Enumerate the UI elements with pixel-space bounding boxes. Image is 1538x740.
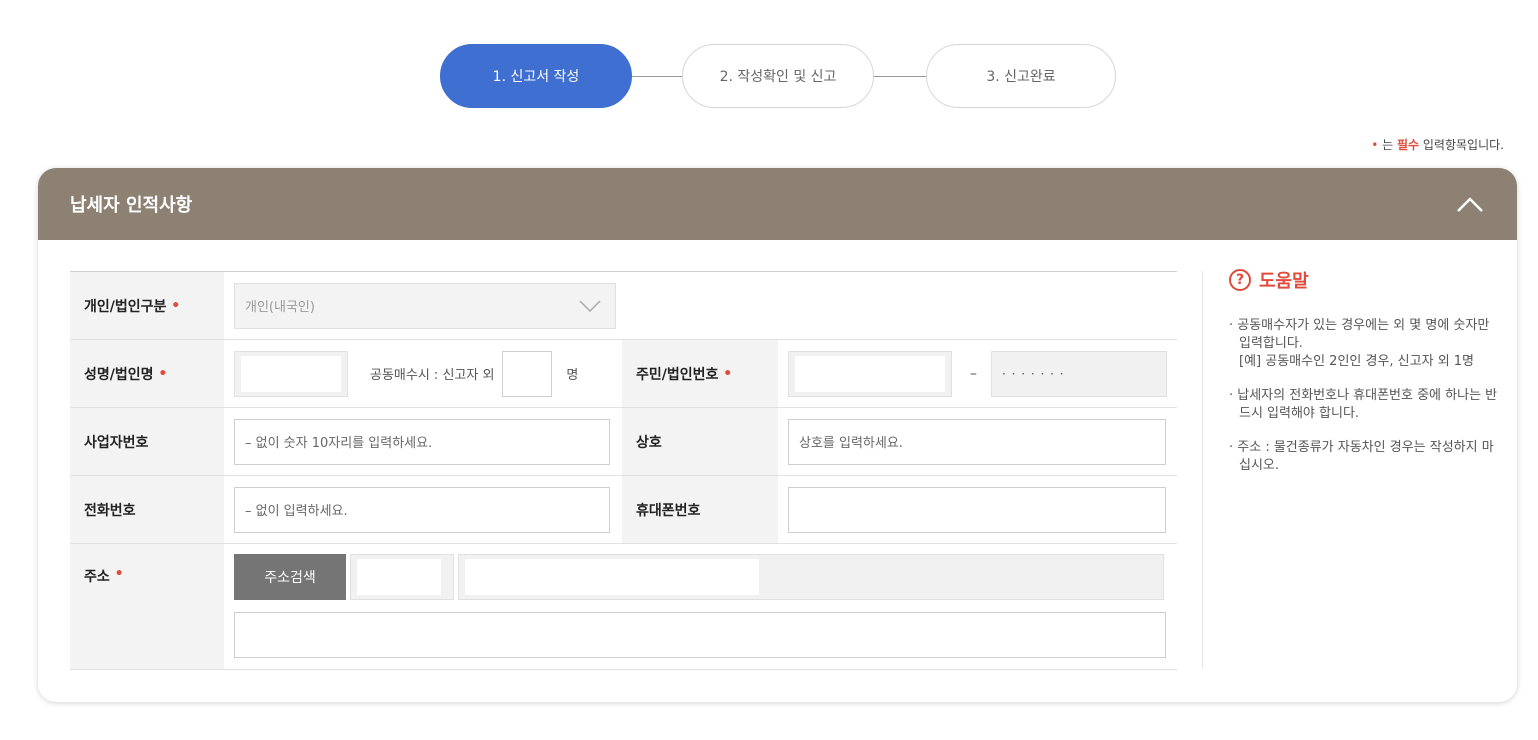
joint-buyer-text: 공동매수시 : 신고자 외 <box>370 368 495 383</box>
help-title: ? 도움말 <box>1229 267 1502 293</box>
required-note-pre: 는 <box>1378 138 1397 152</box>
form-row-business: 사업자번호 – 없이 숫자 10자리를 입력하세요. 상호 상호를 입력하세요. <box>70 408 1177 476</box>
phone-label: 전화번호 <box>70 476 224 543</box>
help-item-text: · 납세자의 전화번호나 휴대폰번호 중에 하나는 반드시 입력해야 합니다. <box>1229 388 1498 421</box>
progress-steps: 1. 신고서 작성 2. 작성확인 및 신고 3. 신고완료 <box>440 44 1116 110</box>
form-row-type: 개인/법인구분 • 개인(내국인) <box>70 272 1177 340</box>
id-back-input[interactable]: · · · · · · · <box>991 350 1167 397</box>
name-input[interactable] <box>234 350 348 397</box>
step-1-label: 1. 신고서 작성 <box>492 69 580 85</box>
phone-placeholder: – 없이 입력하세요. <box>245 504 348 519</box>
postcode-input[interactable] <box>350 554 454 600</box>
type-select-value: 개인(내국인) <box>245 300 315 315</box>
step-2: 2. 작성확인 및 신고 <box>682 44 874 108</box>
step-3: 3. 신고완료 <box>926 44 1116 108</box>
help-panel: ? 도움말 · 공동매수자가 있는 경우에는 외 몇 명에 숫자만 입력합니다.… <box>1202 269 1502 669</box>
mobile-input[interactable] <box>788 486 1166 533</box>
address-top-line: 주소검색 <box>234 554 1167 600</box>
help-item-example: [예] 공동매수인 2인인 경우, 신고자 외 1명 <box>1239 354 1475 369</box>
type-label: 개인/법인구분 • <box>70 272 224 339</box>
help-item: · 주소 : 물건종류가 자동차인 경우는 작성하지 마십시오. <box>1229 439 1502 475</box>
required-dot: • <box>158 365 168 382</box>
name-label-text: 성명/법인명 <box>84 366 154 383</box>
taxpayer-form: 개인/법인구분 • 개인(내국인) 성명/법인명 • 공동매수시 : 신고자 외… <box>70 271 1177 670</box>
required-dot: • <box>171 297 181 314</box>
id-dash: – <box>970 365 977 382</box>
required-dot: • <box>114 566 124 582</box>
step-2-label: 2. 작성확인 및 신고 <box>719 69 837 85</box>
address-search-button[interactable]: 주소검색 <box>234 554 346 600</box>
panel-title: 납세자 인적사항 <box>70 195 193 216</box>
form-row-name: 성명/법인명 • 공동매수시 : 신고자 외 명 주민/법인번호 • – · ·… <box>70 340 1177 408</box>
joint-buyer-unit: 명 <box>566 368 579 383</box>
step-connector <box>632 76 682 77</box>
address-label: 주소 • <box>70 544 224 669</box>
type-label-text: 개인/법인구분 <box>84 298 167 315</box>
phone-input[interactable]: – 없이 입력하세요. <box>234 486 610 533</box>
id-label: 주민/법인번호 • <box>622 340 778 407</box>
taxpayer-info-panel: 납세자 인적사항 개인/법인구분 • 개인(내국인) 성명/법인명 • 공동매수… <box>38 168 1517 702</box>
required-note-strong: 필수 <box>1396 138 1420 152</box>
question-icon: ? <box>1229 269 1251 291</box>
form-row-phone: 전화번호 – 없이 입력하세요. 휴대폰번호 <box>70 476 1177 544</box>
required-note: • 는 필수 입력항목입니다. <box>1371 136 1504 153</box>
help-item-text: · 주소 : 물건종류가 자동차인 경우는 작성하지 마십시오. <box>1229 440 1494 473</box>
trade-name-input[interactable]: 상호를 입력하세요. <box>788 418 1166 465</box>
help-item-text: · 공동매수자가 있는 경우에는 외 몇 명에 숫자만 입력합니다. <box>1229 318 1490 351</box>
type-cell: 개인(내국인) <box>224 272 1177 339</box>
address-label-text: 주소 <box>84 569 110 585</box>
panel-header: 납세자 인적사항 <box>38 168 1517 240</box>
help-item: · 납세자의 전화번호나 휴대폰번호 중에 하나는 반드시 입력해야 합니다. <box>1229 387 1502 423</box>
id-front-input[interactable] <box>788 350 952 397</box>
trade-cell: 상호를 입력하세요. <box>778 408 1177 475</box>
id-back-mask: · · · · · · · <box>1002 366 1065 381</box>
trade-label: 상호 <box>622 408 778 475</box>
address-cell: 주소검색 <box>224 544 1177 669</box>
joint-buyer-count-input[interactable] <box>502 350 553 397</box>
mobile-cell <box>778 476 1177 543</box>
step-connector <box>874 76 926 77</box>
phone-cell: – 없이 입력하세요. <box>224 476 622 543</box>
chevron-down-icon <box>579 299 601 312</box>
address-detail-input[interactable] <box>234 612 1166 658</box>
trade-name-placeholder: 상호를 입력하세요. <box>799 436 903 451</box>
id-cell: – · · · · · · · <box>778 340 1177 407</box>
help-item: · 공동매수자가 있는 경우에는 외 몇 명에 숫자만 입력합니다. [예] 공… <box>1229 317 1502 371</box>
mobile-label: 휴대폰번호 <box>622 476 778 543</box>
biz-label: 사업자번호 <box>70 408 224 475</box>
required-dot: • <box>723 365 733 382</box>
biz-number-placeholder: – 없이 숫자 10자리를 입력하세요. <box>245 436 433 451</box>
name-cell: 공동매수시 : 신고자 외 명 <box>224 340 622 407</box>
id-label-text: 주민/법인번호 <box>636 366 719 383</box>
step-1: 1. 신고서 작성 <box>440 44 632 108</box>
help-title-text: 도움말 <box>1259 271 1309 292</box>
address-base-input[interactable] <box>458 554 1164 600</box>
name-label: 성명/법인명 • <box>70 340 224 407</box>
required-note-post: 입력항목입니다. <box>1419 138 1504 152</box>
form-row-address: 주소 • 주소검색 <box>70 544 1177 670</box>
biz-cell: – 없이 숫자 10자리를 입력하세요. <box>224 408 622 475</box>
biz-number-input[interactable]: – 없이 숫자 10자리를 입력하세요. <box>234 418 610 465</box>
type-select[interactable]: 개인(내국인) <box>234 282 616 329</box>
chevron-up-icon[interactable] <box>1455 189 1485 219</box>
step-3-label: 3. 신고완료 <box>986 69 1056 85</box>
